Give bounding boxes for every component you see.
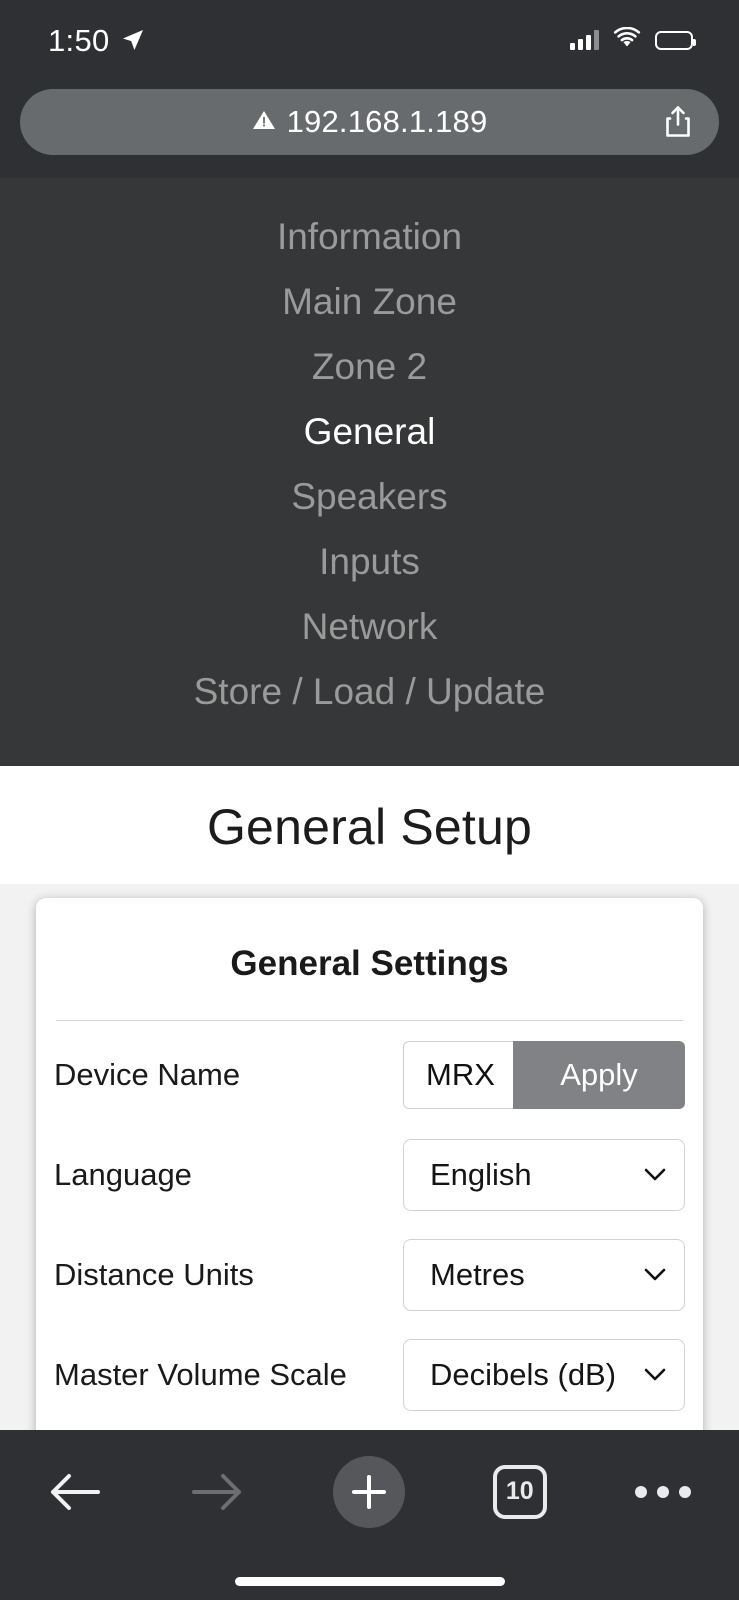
- setting-label-master-volume-scale: Master Volume Scale: [54, 1357, 347, 1392]
- warning-triangle-icon: [252, 104, 276, 140]
- device-name-input[interactable]: [403, 1041, 513, 1109]
- share-icon[interactable]: [663, 105, 693, 139]
- chevron-down-icon: [644, 1268, 666, 1282]
- language-select-value: English: [430, 1157, 532, 1192]
- battery-icon: [655, 30, 696, 50]
- url-bar[interactable]: 192.168.1.189: [20, 89, 719, 155]
- nav-item-information[interactable]: Information: [277, 204, 462, 269]
- setting-row-master-volume-scale: Master Volume Scale Decibels (dB): [54, 1321, 685, 1421]
- setting-label-language: Language: [54, 1157, 192, 1192]
- nav-item-main-zone[interactable]: Main Zone: [282, 269, 457, 334]
- phone-screen: 1:50 192.168.1.189 Information Main Zone…: [0, 0, 739, 1600]
- language-select[interactable]: English: [403, 1139, 685, 1211]
- status-time: 1:50: [48, 22, 110, 58]
- nav-item-zone-2[interactable]: Zone 2: [312, 334, 427, 399]
- card-title: General Settings: [230, 944, 509, 983]
- tab-count-button[interactable]: 10: [492, 1464, 547, 1519]
- chevron-down-icon: [644, 1368, 666, 1382]
- setting-row-device-name: Device Name Apply: [54, 1021, 685, 1121]
- distance-units-select[interactable]: Metres: [403, 1239, 685, 1311]
- setting-row-language: Language English: [54, 1121, 685, 1221]
- url-text: 192.168.1.189: [286, 104, 488, 139]
- chevron-down-icon: [644, 1168, 666, 1182]
- nav-item-store-load-update[interactable]: Store / Load / Update: [194, 659, 546, 724]
- status-bar: 1:50: [0, 0, 739, 80]
- nav-item-network[interactable]: Network: [302, 594, 438, 659]
- nav-item-inputs[interactable]: Inputs: [319, 529, 420, 594]
- apply-button[interactable]: Apply: [513, 1041, 685, 1109]
- browser-toolbar: 10: [0, 1430, 739, 1600]
- setting-row-distance-units: Distance Units Metres: [54, 1221, 685, 1321]
- master-volume-scale-select[interactable]: Decibels (dB): [403, 1339, 685, 1411]
- page-title: General Setup: [206, 799, 533, 855]
- setting-label-device-name: Device Name: [54, 1057, 241, 1092]
- forward-arrow-icon: [190, 1470, 244, 1514]
- site-navigation: Information Main Zone Zone 2 General Spe…: [0, 178, 739, 766]
- nav-item-general[interactable]: General: [304, 399, 436, 464]
- wifi-icon: [612, 26, 642, 54]
- distance-units-select-value: Metres: [430, 1257, 525, 1292]
- setting-label-distance-units: Distance Units: [54, 1257, 254, 1292]
- nav-item-speakers[interactable]: Speakers: [291, 464, 447, 529]
- home-indicator: [234, 1577, 505, 1586]
- browser-url-bar-container: 192.168.1.189: [0, 80, 739, 178]
- location-arrow-icon: [121, 28, 145, 52]
- back-arrow-icon[interactable]: [48, 1470, 102, 1514]
- more-dots-icon[interactable]: [635, 1485, 691, 1498]
- new-tab-button[interactable]: [332, 1455, 405, 1528]
- status-indicators: [570, 26, 696, 54]
- master-volume-scale-select-value: Decibels (dB): [430, 1357, 617, 1392]
- cellular-signal-icon: [570, 30, 599, 50]
